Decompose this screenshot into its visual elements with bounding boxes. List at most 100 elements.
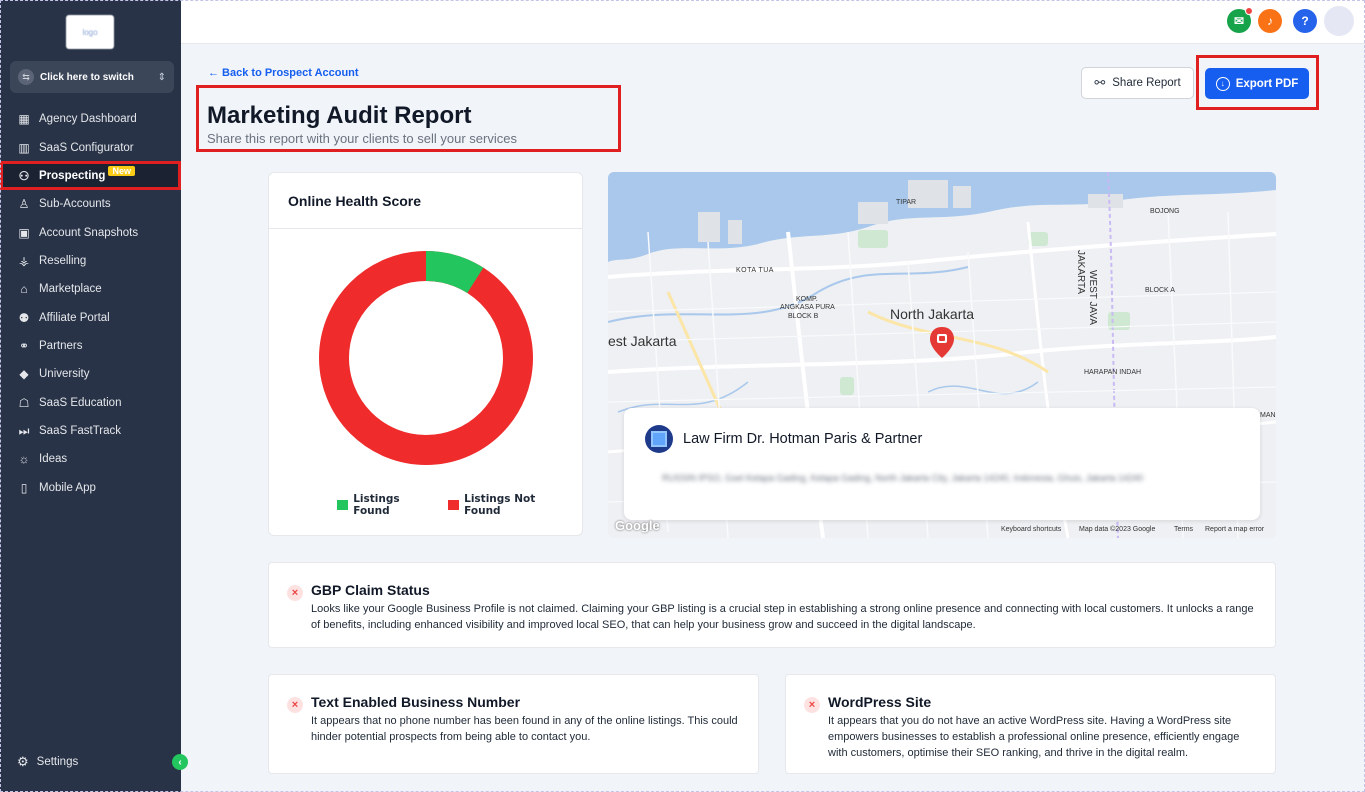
legend-swatch-found xyxy=(337,500,349,510)
map-label-man: MAN xyxy=(1260,412,1276,419)
sidebar-item-settings[interactable]: ⚙ Settings xyxy=(17,754,78,770)
sidebar-item-ideas[interactable]: ☼ Ideas xyxy=(0,445,181,473)
donut-not-found-segment xyxy=(319,251,533,465)
help-icon[interactable]: ? xyxy=(1293,9,1317,33)
sidebar-item-prospecting[interactable]: ⚇ Prospecting New xyxy=(0,161,181,190)
map-label-tipar: TIPAR xyxy=(896,199,917,206)
sidebar-item-label: SaaS Education xyxy=(39,397,122,409)
map-label-west-java: WEST JAVA xyxy=(1087,270,1098,326)
sidebar-item-label: SaaS Configurator xyxy=(39,142,134,154)
share-report-button[interactable]: ⚯ Share Report xyxy=(1081,67,1194,99)
map-label-north-jakarta: North Jakarta xyxy=(890,306,975,322)
handshake-icon: ⚭ xyxy=(18,339,30,353)
sidebar-item-saas-fasttrack[interactable]: ⏭ SaaS FastTrack xyxy=(0,417,181,445)
sidebar-item-marketplace[interactable]: ⌂ Marketplace xyxy=(0,275,181,303)
wordpress-description: It appears that you do not have an activ… xyxy=(828,715,1240,759)
back-to-prospect-link[interactable]: ← Back to Prospect Account xyxy=(208,67,359,79)
sidebar-item-label: Prospecting xyxy=(39,169,106,182)
map-label-kota-tua: KOTA TUA xyxy=(736,267,774,274)
export-pdf-button[interactable]: ↓ Export PDF xyxy=(1205,68,1309,99)
map-label-bojong: BOJONG xyxy=(1150,208,1180,215)
chart-legend: Listings Found Listings Not Found xyxy=(337,493,582,517)
gbp-title: GBP Claim Status xyxy=(311,582,430,598)
switcher-label: Click here to switch xyxy=(40,71,134,83)
keyboard-shortcuts-link[interactable]: Keyboard shortcuts xyxy=(1001,526,1061,533)
agency-logo[interactable]: logo xyxy=(66,15,114,49)
map-label-blocka: BLOCK A xyxy=(1145,287,1175,294)
collapse-sidebar-button[interactable]: ‹ xyxy=(172,754,188,770)
business-address: RUSSIN IPSO, Gsel Kelapa Gading, Kelapa … xyxy=(662,473,1144,483)
sidebar-item-label: Mobile App xyxy=(39,482,96,494)
user-icon: ♙ xyxy=(18,197,30,211)
sidebar: logo ⇆ Click here to switch ⇕ ▦ Agency Da… xyxy=(0,0,181,792)
health-score-title: Online Health Score xyxy=(288,193,422,209)
sidebar-item-partners[interactable]: ⚭ Partners xyxy=(0,332,181,360)
sidebar-item-affiliate-portal[interactable]: ⚉ Affiliate Portal xyxy=(0,304,181,332)
report-map-error-link[interactable]: Report a map error xyxy=(1205,526,1264,533)
sidebar-item-reselling[interactable]: ⚶ Reselling xyxy=(0,247,181,275)
business-icon xyxy=(645,425,673,453)
sidebar-item-saas-configurator[interactable]: ▥ SaaS Configurator xyxy=(0,134,181,162)
health-score-card: Online Health Score Listings Found Listi… xyxy=(268,172,583,536)
sidebar-item-agency-dashboard[interactable]: ▦ Agency Dashboard xyxy=(0,105,181,133)
map-label-komp: KOMP. xyxy=(796,296,818,303)
sidebar-item-saas-education[interactable]: ☖ SaaS Education xyxy=(0,389,181,417)
x-icon: × xyxy=(287,697,303,713)
terms-link[interactable]: Terms xyxy=(1174,526,1193,533)
sidebar-item-sub-accounts[interactable]: ♙ Sub-Accounts xyxy=(0,190,181,218)
account-switcher[interactable]: ⇆ Click here to switch ⇕ xyxy=(10,61,174,93)
gbp-claim-card: × GBP Claim Status Looks like your Googl… xyxy=(268,562,1276,648)
switch-icon: ⇆ xyxy=(18,69,34,85)
text-number-description: It appears that no phone number has been… xyxy=(311,715,738,743)
sidebar-item-account-snapshots[interactable]: ▣ Account Snapshots xyxy=(0,219,181,247)
map-label-jakarta: JAKARTA xyxy=(1075,250,1086,295)
sidebar-item-label: Marketplace xyxy=(39,283,102,295)
sidebar-item-label: Account Snapshots xyxy=(39,227,139,239)
education-icon: ☖ xyxy=(18,396,30,410)
x-icon: × xyxy=(804,697,820,713)
map-label-angkasa: ANGKASA PURA xyxy=(780,304,835,311)
export-label: Export PDF xyxy=(1235,77,1299,90)
mobile-icon: ▯ xyxy=(20,481,28,495)
bell-icon[interactable]: ♪ xyxy=(1258,9,1282,33)
gbp-description: Looks like your Google Business Profile … xyxy=(311,603,1254,631)
reselling-icon: ⚶ xyxy=(18,254,30,268)
wordpress-title: WordPress Site xyxy=(828,694,932,710)
sidebar-item-label: Reselling xyxy=(39,255,87,267)
chart-icon: ▥ xyxy=(18,141,30,155)
gear-icon: ⚙ xyxy=(17,754,29,769)
megaphone-icon[interactable]: ✉ xyxy=(1227,7,1253,33)
text-number-title: Text Enabled Business Number xyxy=(311,694,521,710)
business-info-card[interactable]: Law Firm Dr. Hotman Paris & Partner RUSS… xyxy=(624,408,1260,520)
map-label-harapan: HARAPAN INDAH xyxy=(1084,369,1142,376)
download-icon: ↓ xyxy=(1215,76,1230,91)
sidebar-item-university[interactable]: ◆ University xyxy=(0,360,181,388)
sidebar-item-label: SaaS FastTrack xyxy=(39,425,122,437)
sidebar-item-label: University xyxy=(39,368,90,380)
sidebar-item-label: Partners xyxy=(39,340,83,352)
users-icon: ⚇ xyxy=(18,168,30,183)
dashboard-icon: ▦ xyxy=(18,112,30,126)
legend-found-label: Listings Found xyxy=(353,493,400,517)
share-label: Share Report xyxy=(1112,77,1181,89)
export-highlight: ↓ Export PDF xyxy=(1196,55,1319,110)
legend-found: Listings Found xyxy=(337,493,434,517)
sidebar-item-label: Sub-Accounts xyxy=(39,198,111,210)
avatar[interactable] xyxy=(1324,6,1354,36)
map-label-west-jakarta: est Jakarta xyxy=(608,333,677,349)
legend-swatch-not-found xyxy=(447,500,460,510)
snapshot-icon: ▣ xyxy=(18,226,30,240)
wordpress-site-card: × WordPress Site It appears that you do … xyxy=(785,674,1276,774)
topbar: ✉ ♪ ? xyxy=(181,0,1365,44)
sidebar-item-mobile-app[interactable]: ▯ Mobile App xyxy=(0,474,181,502)
share-icon: ⚯ xyxy=(1094,75,1106,90)
graduation-icon: ◆ xyxy=(19,367,29,381)
affiliate-icon: ⚉ xyxy=(18,311,30,325)
page-subtitle: Share this report with your clients to s… xyxy=(207,131,517,146)
page-title: Marketing Audit Report xyxy=(207,102,472,129)
sidebar-item-label: Ideas xyxy=(39,453,68,465)
bag-icon: ⌂ xyxy=(20,282,28,296)
new-badge: New xyxy=(108,165,135,176)
business-name: Law Firm Dr. Hotman Paris & Partner xyxy=(683,431,923,447)
divider xyxy=(269,228,582,229)
